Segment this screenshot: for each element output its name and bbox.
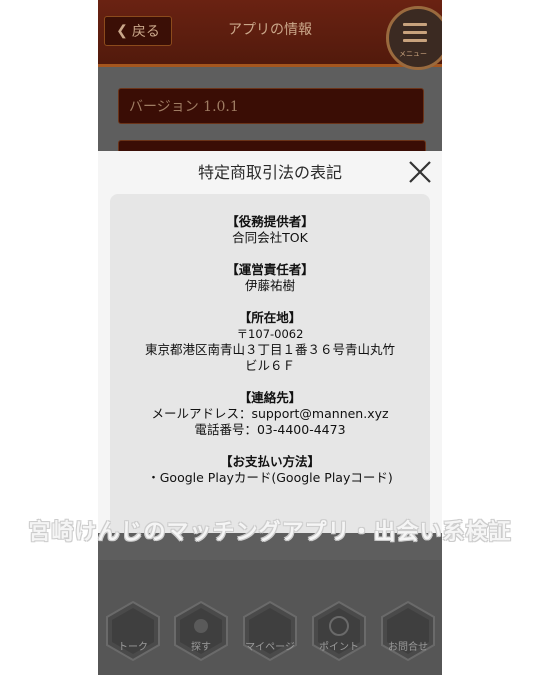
payment-heading: 【お支払い方法】: [219, 454, 320, 469]
close-icon[interactable]: [407, 159, 433, 185]
tab-mypage[interactable]: マイページ: [239, 600, 301, 662]
legal-notice-content: 【役務提供者】 合同会社TOK 【運営責任者】 伊藤祐樹 【所在地】 〒107-…: [110, 194, 430, 533]
page-title: アプリの情報: [228, 22, 312, 38]
tab-contact-label: お問合せ: [388, 642, 428, 653]
tab-points-label: ポイント: [319, 642, 359, 653]
contact-heading: 【連絡先】: [238, 390, 302, 405]
tab-mypage-label: マイページ: [245, 642, 295, 653]
contact-email: メールアドレス：support@mannen.xyz: [151, 406, 389, 421]
legal-notice-modal: 特定商取引法の表記 【役務提供者】 合同会社TOK 【運営責任者】 伊藤祐樹 【…: [98, 151, 442, 533]
tab-contact[interactable]: お問合せ: [377, 600, 439, 662]
app-screen: ❮ 戻る アプリの情報 メニュー バージョン 1.0.1 特定商取引法の表記 【…: [98, 0, 442, 675]
tab-points[interactable]: ポイント: [308, 600, 370, 662]
manager-value: 伊藤祐樹: [244, 278, 295, 293]
address-section: 【所在地】 〒107-0062 東京都港区南青山３丁目１番３６号青山丸竹 ビル６…: [110, 310, 430, 374]
tab-talk[interactable]: トーク: [102, 600, 164, 662]
hamburger-icon: [403, 23, 427, 47]
manager-heading: 【運営責任者】: [226, 262, 314, 277]
manager-section: 【運営責任者】 伊藤祐樹: [110, 262, 430, 294]
contact-phone: 電話番号：03-4400-4473: [194, 422, 346, 437]
provider-section: 【役務提供者】 合同会社TOK: [110, 214, 430, 246]
tab-talk-label: トーク: [118, 642, 148, 653]
version-row[interactable]: バージョン 1.0.1: [118, 88, 424, 124]
top-bar: ❮ 戻る アプリの情報 メニュー: [98, 0, 442, 70]
menu-label: メニュー: [399, 50, 427, 58]
contact-section: 【連絡先】 メールアドレス：support@mannen.xyz 電話番号：03…: [110, 390, 430, 438]
tab-search-label: 探す: [191, 642, 211, 653]
tab-search[interactable]: 探す: [170, 600, 232, 662]
back-button-label: 戻る: [131, 24, 160, 40]
watermark: 宮崎けんじのマッチングアプリ・出会い系検証: [28, 520, 512, 545]
back-button[interactable]: ❮ 戻る: [104, 16, 172, 46]
menu-button[interactable]: メニュー: [386, 6, 442, 70]
provider-value: 合同会社TOK: [232, 230, 308, 245]
payment-item: ・Google Playカード(Google Playコード): [147, 470, 393, 485]
bottom-nav: トーク 探す マイページ ポイント お問合せ: [98, 560, 442, 675]
payment-section: 【お支払い方法】 ・Google Playカード(Google Playコード): [110, 454, 430, 486]
address-zip: 〒107-0062: [236, 327, 304, 341]
address-heading: 【所在地】: [238, 310, 302, 325]
address-line-1: 東京都港区南青山３丁目１番３６号青山丸竹: [144, 342, 395, 357]
modal-title: 特定商取引法の表記: [197, 163, 342, 182]
chevron-left-icon: ❮: [116, 23, 128, 39]
provider-heading: 【役務提供者】: [226, 214, 314, 229]
address-line-2: ビル６Ｆ: [244, 358, 295, 373]
